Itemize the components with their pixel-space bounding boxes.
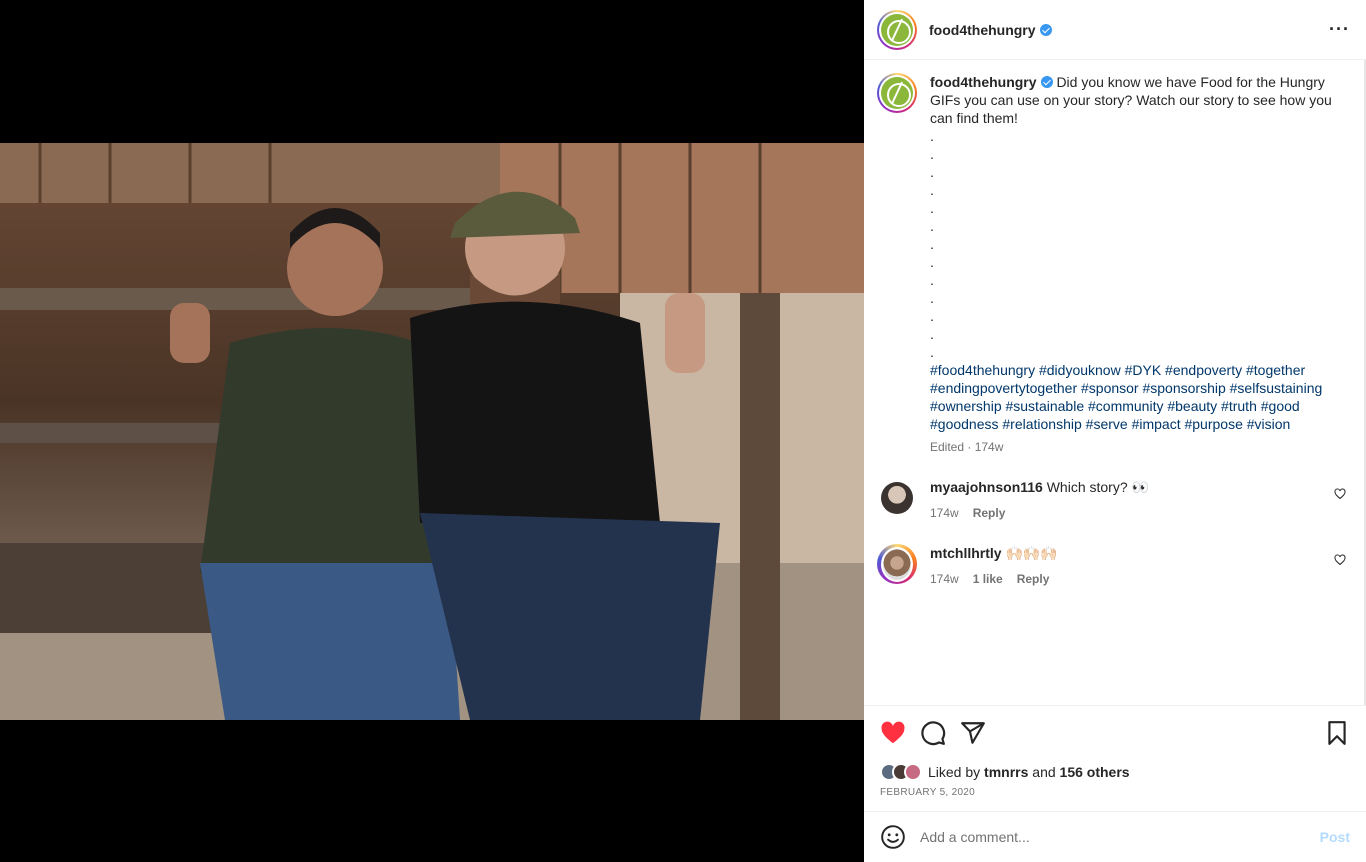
comment-item: myaajohnson116 Which story? 👀 174w Reply (877, 478, 1348, 522)
caption-username[interactable]: food4thehungry (930, 74, 1037, 90)
caption-hashtags[interactable]: #food4thehungry #didyouknow #DYK #endpov… (930, 361, 1335, 433)
post-photo[interactable] (0, 143, 864, 720)
post-header: food4thehungry ··· (864, 0, 1366, 60)
verified-icon (1039, 23, 1052, 36)
commenter-avatar[interactable] (881, 482, 913, 514)
caption-dots: ... ... ... ... . (930, 128, 934, 360)
comment-reply-button[interactable]: Reply (1017, 570, 1050, 588)
post-comment-button[interactable]: Post (1320, 829, 1350, 845)
add-comment-bar: Post (864, 811, 1366, 862)
caption-meta: Edited · 174w (930, 440, 1004, 454)
author-avatar[interactable] (877, 9, 917, 50)
comments-section[interactable]: food4thehungry Did you know we have Food… (864, 61, 1364, 705)
commenter-avatar-ring[interactable] (877, 544, 917, 584)
verified-icon (1040, 76, 1053, 88)
caption: food4thehungry Did you know we have Food… (877, 73, 1348, 456)
comment-item: mtchllhrtly 🙌🏻🙌🏻🙌🏻 174w 1 like Reply (877, 544, 1348, 588)
emoji-icon[interactable] (880, 824, 906, 850)
author-username[interactable]: food4thehungry (929, 22, 1052, 38)
comment-reply-button[interactable]: Reply (973, 504, 1006, 522)
comment-username[interactable]: myaajohnson116 (930, 479, 1043, 495)
post-actions: Liked by tmnrrs and 156 others FEBRUARY … (864, 705, 1366, 798)
heart-filled-icon[interactable] (880, 720, 906, 746)
caption-author-avatar[interactable] (877, 73, 917, 113)
comment-time[interactable]: 174w (930, 570, 959, 588)
comment-time[interactable]: 174w (930, 504, 959, 522)
post-sidebar: food4thehungry ··· food4thehungry Did yo… (864, 0, 1366, 862)
commenter-avatar[interactable] (881, 546, 913, 582)
bookmark-icon[interactable] (1324, 720, 1350, 746)
comment-username[interactable]: mtchllhrtly (930, 545, 1002, 561)
post-date[interactable]: FEBRUARY 5, 2020 (880, 787, 1350, 798)
post-media-pane (0, 0, 864, 862)
comment-text: 🙌🏻🙌🏻🙌🏻 (1005, 545, 1058, 561)
liker-username[interactable]: tmnrrs (984, 764, 1028, 780)
comment-likes[interactable]: 1 like (973, 570, 1003, 588)
comment-icon[interactable] (920, 720, 946, 746)
more-icon[interactable]: ··· (1329, 19, 1350, 40)
share-icon[interactable] (960, 720, 986, 746)
comment-input[interactable] (920, 829, 1312, 845)
food-for-the-hungry-logo (881, 77, 913, 109)
likes-count-link[interactable]: 156 others (1060, 764, 1130, 780)
likes-summary: Liked by tmnrrs and 156 others (880, 763, 1350, 781)
comment-text: Which story? 👀 (1046, 479, 1149, 495)
comment-like-heart-icon[interactable] (1334, 488, 1346, 500)
food-for-the-hungry-logo (881, 13, 913, 46)
liker-avatars (880, 763, 922, 781)
comment-like-heart-icon[interactable] (1334, 554, 1346, 566)
